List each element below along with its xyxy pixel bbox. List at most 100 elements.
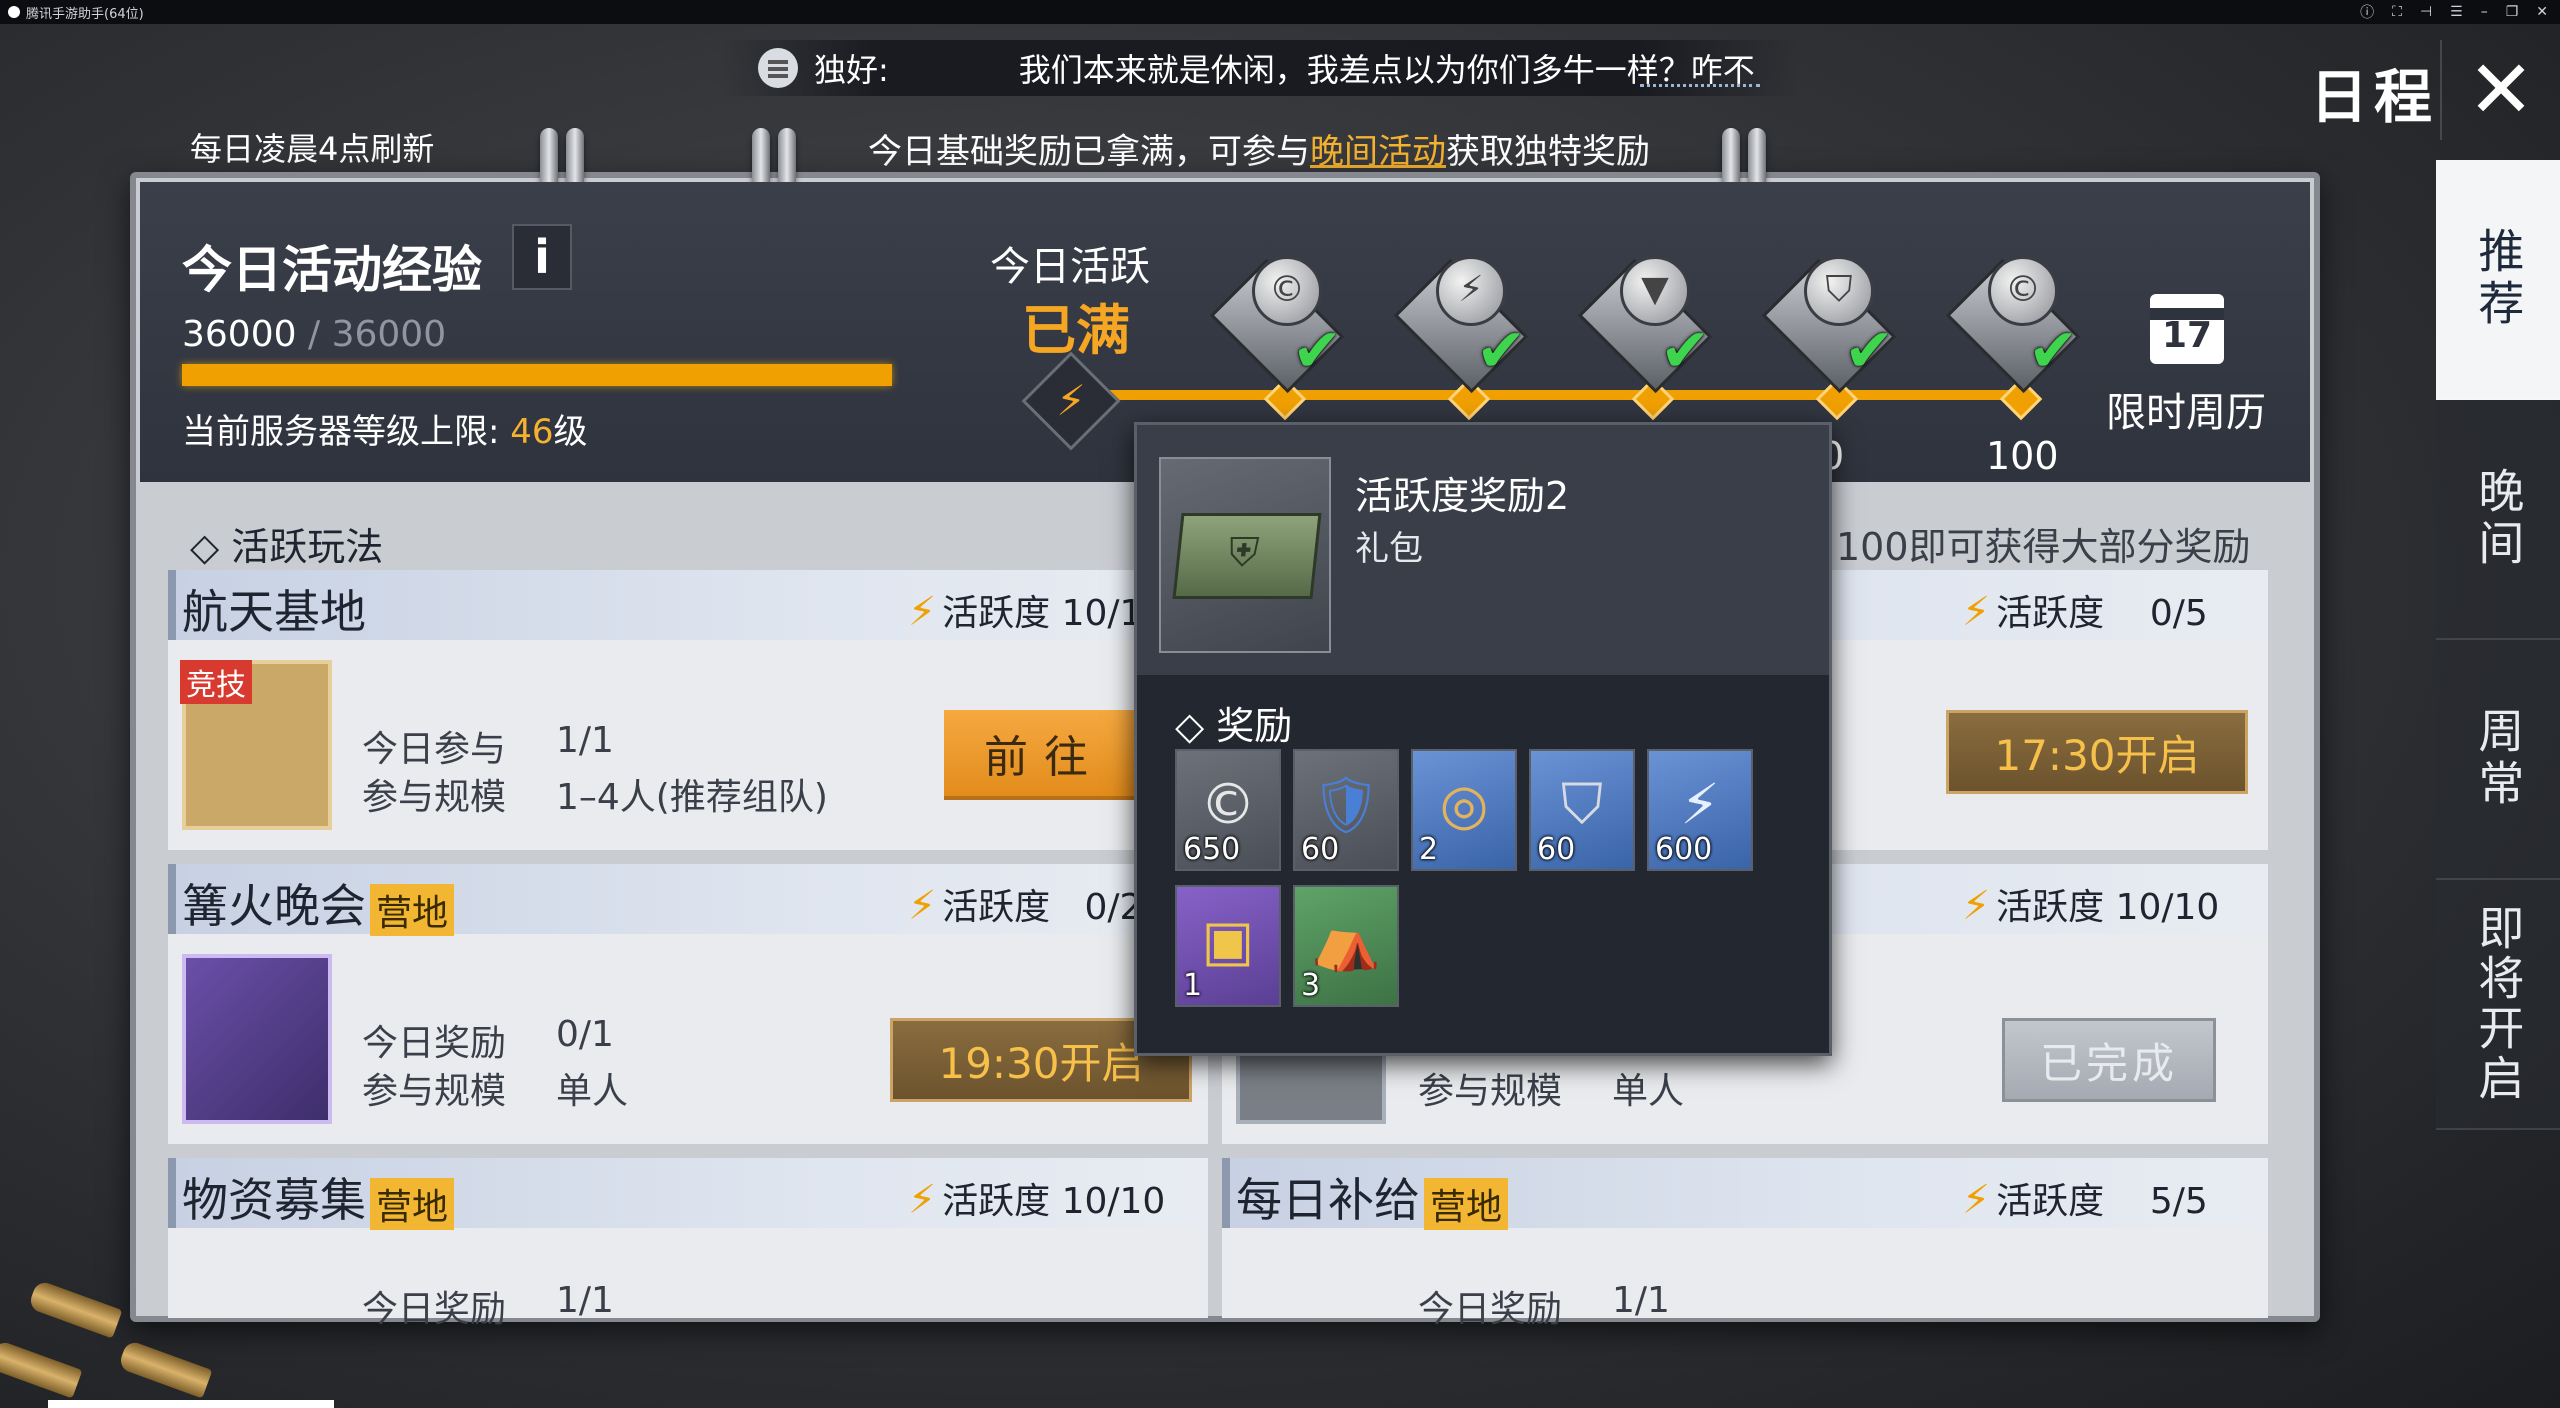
medal-icon: ◎: [1439, 772, 1489, 838]
check-icon: ✔: [1292, 316, 1343, 386]
bullet-decoration: [117, 1339, 213, 1399]
reward-item[interactable]: ⛺ 3: [1293, 885, 1399, 1007]
info-button[interactable]: i: [512, 224, 572, 290]
bolt-icon: ⚡: [1962, 1177, 1991, 1223]
activity-progress-track: [1100, 390, 2030, 400]
tooltip-title: 活跃度奖励2: [1355, 474, 1570, 518]
activity-score: ⚡ 活跃度 0/5: [1962, 589, 2208, 635]
reward-chest-3[interactable]: ▼ ✔: [1577, 256, 1720, 394]
activity-name: 航天基地: [182, 585, 366, 639]
activity-thumbnail: 竞技: [180, 660, 332, 830]
activity-score: ⚡ 活跃度 10/1: [908, 589, 1143, 635]
bullet-decoration: [27, 1279, 123, 1339]
evening-activity-link[interactable]: 晚间活动: [1310, 132, 1446, 172]
fullscreen-icon[interactable]: ⛶: [2392, 4, 2402, 20]
experience-value: 36000 / 36000: [182, 314, 447, 355]
activity-score: ⚡ 活跃度 10/10: [1962, 883, 2220, 929]
bolt-icon: ⚡: [908, 883, 937, 929]
gift-box-thumbnail: [182, 954, 332, 1124]
energy-icon: ⚡: [1680, 772, 1720, 838]
bolt-icon: ⚡: [1962, 883, 1991, 929]
activity-name: 篝火晚会 营地: [182, 870, 455, 936]
bolt-icon: ⚡: [1962, 589, 1991, 635]
reward-item[interactable]: 🛡 60: [1293, 749, 1399, 871]
activity-score: ⚡ 活跃度 10/10: [908, 1177, 1166, 1223]
reward-chest-1[interactable]: © ✔: [1209, 256, 1352, 394]
activity-card-supply-collection[interactable]: 物资募集 营地 ⚡ 活跃度 10/10 今日奖励 1/1: [168, 1158, 1208, 1330]
chat-speaker: 独好:: [814, 51, 889, 89]
reward-item[interactable]: ◎ 2: [1411, 749, 1517, 871]
tab-upcoming[interactable]: 即将开启: [2436, 880, 2560, 1130]
bolt-icon: ⚡: [908, 589, 937, 635]
info-icon[interactable]: ⓘ: [2360, 2, 2374, 22]
activity-card-bonfire-party[interactable]: 篝火晚会 营地 ⚡ 活跃度 0/2 今日奖励 0/1 参与规模 单人 19:30开启: [168, 864, 1208, 1144]
chat-ticker[interactable]: 独好: 我们本来就是休闲，我差点以为你们多牛一样？咋不: [720, 40, 1800, 96]
check-icon: ✔: [1660, 316, 1711, 386]
reward-item[interactable]: ▣ 1: [1175, 885, 1281, 1007]
tab-evening[interactable]: 晚间: [2436, 400, 2560, 640]
activity-card-space-base[interactable]: 航天基地 ⚡ 活跃度 10/1 竞技 今日参与 1/1 参与规模 1–4人(推荐组…: [168, 570, 1208, 850]
calendar-icon[interactable]: 17: [2150, 294, 2224, 364]
supply-crate-icon: ▣: [1201, 908, 1255, 974]
milestone-label: 100: [1986, 434, 2059, 478]
close-icon: ✕: [2467, 43, 2535, 136]
app-icon: [8, 6, 20, 18]
crate-icon: [1172, 513, 1322, 599]
reward-chest-2[interactable]: ⚡ ✔: [1393, 256, 1536, 394]
activity-score: ⚡ 活跃度 0/2: [908, 883, 1143, 929]
camp-tag: 营地: [370, 883, 455, 936]
refresh-note: 每日凌晨4点刷新: [190, 130, 435, 168]
calendar-label[interactable]: 限时周历: [2106, 380, 2266, 438]
check-icon: ✔: [2028, 316, 2079, 386]
activity-label: 今日活跃: [990, 244, 1150, 290]
minimize-icon[interactable]: –: [2481, 4, 2488, 20]
completed-button: 已完成: [2002, 1018, 2216, 1102]
tab-weekly[interactable]: 周常: [2436, 640, 2560, 880]
menu-icon[interactable]: ☰: [2450, 4, 2463, 20]
category-tabs: 推荐 晚间 周常 即将开启: [2436, 160, 2560, 1130]
go-button[interactable]: 前往: [944, 710, 1144, 796]
coin-icon: ©: [1200, 772, 1256, 838]
close-window-icon[interactable]: ✕: [2536, 4, 2548, 20]
window-controls: ⓘ ⛶ ⊣ ☰ – ❐ ✕: [2360, 0, 2548, 24]
camp-tag: 营地: [370, 1177, 455, 1230]
section-title: ◇ 活跃玩法: [190, 525, 384, 569]
armor-plate-icon: ⛉: [1561, 772, 1603, 838]
experience-title: 今日活动经验: [182, 241, 482, 299]
bullet-decoration: [0, 1339, 83, 1399]
tab-recommended[interactable]: 推荐: [2436, 160, 2560, 400]
bottom-indicator: [48, 1400, 334, 1408]
opens-at-button[interactable]: 17:30开启: [1946, 710, 2248, 794]
activity-name: 物资募集 营地: [182, 1164, 455, 1230]
reward-chest-4[interactable]: ⛉ ✔: [1761, 256, 1904, 394]
reward-tooltip: 活跃度奖励2 礼包 ◇ 奖励 © 650 🛡 60 ◎ 2 ⛉ 60 ⚡ 600…: [1134, 422, 1832, 1056]
restore-icon[interactable]: ❐: [2506, 4, 2519, 20]
activity-card-daily-supply[interactable]: 每日补给 营地 ⚡ 活跃度 5/5 今日奖励 1/1: [1222, 1158, 2268, 1330]
reward-chest-5[interactable]: © ✔: [1945, 256, 2088, 394]
experience-progress-bar: [182, 364, 892, 386]
page-title: 日程: [2310, 63, 2439, 131]
window-titlebar: 腾讯手游助手(64位) ⓘ ⛶ ⊣ ☰ – ❐ ✕: [0, 0, 2560, 24]
activity-score: ⚡ 活跃度 5/5: [1962, 1177, 2208, 1223]
activity-name: 每日补给 营地: [1236, 1164, 1509, 1230]
tooltip-subtitle: 礼包: [1355, 529, 1423, 569]
competitive-badge: 竞技: [180, 660, 252, 704]
rewards-heading: ◇ 奖励: [1175, 704, 1293, 748]
gift-bag-icon: ⛺: [1311, 909, 1381, 975]
activity-state: 已满: [1022, 299, 1130, 362]
reward-item[interactable]: ⛉ 60: [1529, 749, 1635, 871]
check-icon: ✔: [1476, 316, 1527, 386]
window-title: 腾讯手游助手(64位): [26, 6, 144, 22]
reward-item[interactable]: ⚡ 600: [1647, 749, 1753, 871]
chat-indicator: [1640, 84, 1760, 88]
close-button[interactable]: ✕: [2440, 40, 2560, 140]
camp-tag: 营地: [1424, 1177, 1509, 1230]
pin-icon[interactable]: ⊣: [2420, 4, 2432, 20]
shield-icon: 🛡: [1310, 773, 1382, 839]
server-level-cap: 当前服务器等级上限: 46级: [182, 412, 588, 452]
game-viewport: 独好: 我们本来就是休闲，我差点以为你们多牛一样？咋不 日程 ✕ 推荐 晚间 周…: [0, 24, 2560, 1408]
section-hint: 100即可获得大部分奖励: [1836, 525, 2251, 569]
reward-item[interactable]: © 650: [1175, 749, 1281, 871]
gift-pack-preview: [1159, 457, 1331, 653]
chat-bubble-icon: [758, 48, 798, 88]
